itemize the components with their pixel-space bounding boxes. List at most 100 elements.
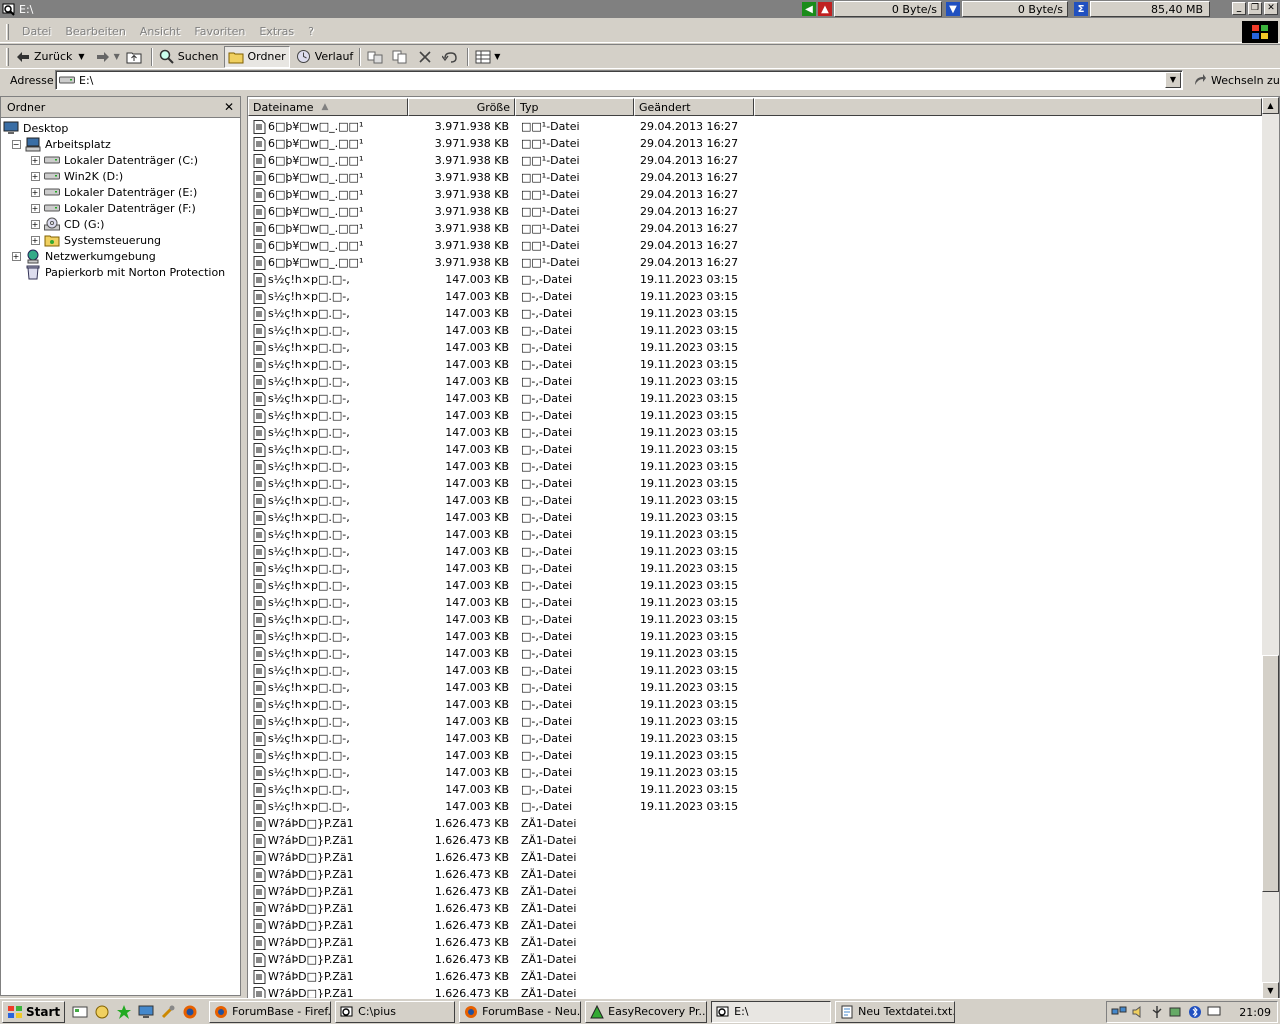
views-button[interactable]: ▼ <box>472 46 503 68</box>
file-row[interactable]: s½ç!h×p□.□-, 147.003 KB □-,-Datei 19.11.202… <box>248 679 1262 696</box>
back-dropdown-icon[interactable]: ▼ <box>78 52 84 61</box>
go-button[interactable]: Wechseln zu <box>1192 70 1280 90</box>
file-row[interactable]: s½ç!h×p□.□-, 147.003 KB □-,-Datei 19.11.202… <box>248 645 1262 662</box>
tree-item[interactable]: Papierkorb mit Norton Protection <box>1 264 240 280</box>
minimize-button[interactable]: _ <box>1232 2 1246 15</box>
file-row[interactable]: s½ç!h×p□.□-, 147.003 KB □-,-Datei 19.11.202… <box>248 288 1262 305</box>
file-row[interactable]: 6□þ¥□w□_.□□¹ 3.971.938 KB □□¹-Datei 29.04.2… <box>248 203 1262 220</box>
file-row[interactable]: s½ç!h×p□.□-, 147.003 KB □-,-Datei 19.11.202… <box>248 390 1262 407</box>
file-row[interactable]: W?áÞD□}P.Zä1 1.626.473 KB ZÄ1-Datei <box>248 883 1262 900</box>
file-row[interactable]: s½ç!h×p□.□-, 147.003 KB □-,-Datei 19.11.202… <box>248 594 1262 611</box>
menu-ansicht[interactable]: Ansicht <box>133 25 188 38</box>
folders-button[interactable]: Ordner <box>224 45 290 68</box>
tree-item[interactable]: + CD (G:) <box>1 216 240 232</box>
menu-extras[interactable]: Extras <box>252 25 301 38</box>
copy-to-button[interactable] <box>389 46 414 68</box>
file-row[interactable]: s½ç!h×p□.□-, 147.003 KB □-,-Datei 19.11.202… <box>248 730 1262 747</box>
column-header-modified[interactable]: Geändert <box>634 98 754 116</box>
usb-icon[interactable] <box>1149 1004 1165 1020</box>
address-dropdown-button[interactable]: ▼ <box>1165 72 1181 88</box>
file-row[interactable]: 6□þ¥□w□_.□□¹ 3.971.938 KB □□¹-Datei 29.04.2… <box>248 135 1262 152</box>
file-row[interactable]: s½ç!h×p□.□-, 147.003 KB □-,-Datei 19.11.202… <box>248 543 1262 560</box>
close-button[interactable]: ✕ <box>1264 2 1278 15</box>
column-header-name[interactable]: Dateiname ▲ <box>248 98 408 116</box>
display-icon[interactable] <box>1206 1004 1222 1020</box>
file-row[interactable]: s½ç!h×p□.□-, 147.003 KB □-,-Datei 19.11.202… <box>248 458 1262 475</box>
expand-icon[interactable]: + <box>30 219 40 229</box>
file-row[interactable]: s½ç!h×p□.□-, 147.003 KB □-,-Datei 19.11.202… <box>248 424 1262 441</box>
tree-item[interactable]: + Lokaler Datenträger (C:) <box>1 152 240 168</box>
file-row[interactable]: s½ç!h×p□.□-, 147.003 KB □-,-Datei 19.11.202… <box>248 798 1262 815</box>
taskbar-button[interactable]: EasyRecovery Pr... <box>585 1000 708 1023</box>
file-row[interactable]: 6□þ¥□w□_.□□¹ 3.971.938 KB □□¹-Datei 29.04.2… <box>248 220 1262 237</box>
star-app-icon[interactable] <box>115 1003 133 1021</box>
expand-icon[interactable]: + <box>30 155 40 165</box>
file-row[interactable]: W?áÞD□}P.Zä1 1.626.473 KB ZÄ1-Datei <box>248 849 1262 866</box>
menu-grip[interactable] <box>6 23 9 40</box>
close-icon[interactable]: ✕ <box>224 100 234 114</box>
file-row[interactable]: s½ç!h×p□.□-, 147.003 KB □-,-Datei 19.11.202… <box>248 407 1262 424</box>
clock[interactable]: 21:09 <box>1239 1006 1271 1019</box>
file-row[interactable]: W?áÞD□}P.Zä1 1.626.473 KB ZÄ1-Datei <box>248 968 1262 985</box>
file-row[interactable]: s½ç!h×p□.□-, 147.003 KB □-,-Datei 19.11.202… <box>248 713 1262 730</box>
expand-icon[interactable]: + <box>30 187 40 197</box>
file-row[interactable]: W?áÞD□}P.Zä1 1.626.473 KB ZÄ1-Datei <box>248 934 1262 951</box>
undo-button[interactable] <box>439 46 464 68</box>
file-row[interactable]: 6□þ¥□w□_.□□¹ 3.971.938 KB □□¹-Datei 29.04.2… <box>248 169 1262 186</box>
maximize-button[interactable]: ❐ <box>1248 2 1262 15</box>
file-row[interactable]: W?áÞD□}P.Zä1 1.626.473 KB ZÄ1-Datei <box>248 815 1262 832</box>
file-row[interactable]: s½ç!h×p□.□-, 147.003 KB □-,-Datei 19.11.202… <box>248 305 1262 322</box>
file-row[interactable]: W?áÞD□}P.Zä1 1.626.473 KB ZÄ1-Datei <box>248 832 1262 849</box>
vertical-scrollbar[interactable]: ▲ ▼ <box>1262 97 1279 999</box>
toolbar-grip[interactable] <box>6 47 9 66</box>
file-row[interactable]: s½ç!h×p□.□-, 147.003 KB □-,-Datei 19.11.202… <box>248 662 1262 679</box>
file-row[interactable]: s½ç!h×p□.□-, 147.003 KB □-,-Datei 19.11.202… <box>248 764 1262 781</box>
file-row[interactable]: s½ç!h×p□.□-, 147.003 KB □-,-Datei 19.11.202… <box>248 577 1262 594</box>
taskbar-button[interactable]: E:\ <box>711 1000 832 1023</box>
delete-button[interactable] <box>414 46 439 68</box>
file-row[interactable]: W?áÞD□}P.Zä1 1.626.473 KB ZÄ1-Datei <box>248 866 1262 883</box>
file-row[interactable]: s½ç!h×p□.□-, 147.003 KB □-,-Datei 19.11.202… <box>248 339 1262 356</box>
file-row[interactable]: s½ç!h×p□.□-, 147.003 KB □-,-Datei 19.11.202… <box>248 509 1262 526</box>
search-button[interactable]: Suchen <box>156 46 222 68</box>
file-row[interactable]: s½ç!h×p□.□-, 147.003 KB □-,-Datei 19.11.202… <box>248 356 1262 373</box>
scroll-down-button[interactable]: ▼ <box>1262 982 1279 999</box>
file-row[interactable]: s½ç!h×p□.□-, 147.003 KB □-,-Datei 19.11.202… <box>248 696 1262 713</box>
file-row[interactable]: s½ç!h×p□.□-, 147.003 KB □-,-Datei 19.11.202… <box>248 441 1262 458</box>
file-row[interactable]: s½ç!h×p□.□-, 147.003 KB □-,-Datei 19.11.202… <box>248 628 1262 645</box>
show-desktop-icon[interactable] <box>71 1003 89 1021</box>
monitor-icon[interactable] <box>137 1003 155 1021</box>
tree-item[interactable]: + Win2K (D:) <box>1 168 240 184</box>
file-row[interactable]: s½ç!h×p□.□-, 147.003 KB □-,-Datei 19.11.202… <box>248 560 1262 577</box>
menu-bearbeiten[interactable]: Bearbeiten <box>58 25 132 38</box>
file-row[interactable]: s½ç!h×p□.□-, 147.003 KB □-,-Datei 19.11.202… <box>248 271 1262 288</box>
back-button[interactable]: Zurück ▼ <box>12 46 88 68</box>
file-row[interactable]: W?áÞD□}P.Zä1 1.626.473 KB ZÄ1-Datei <box>248 951 1262 968</box>
views-dropdown-icon[interactable]: ▼ <box>494 52 500 61</box>
scroll-thumb[interactable] <box>1262 655 1279 892</box>
file-row[interactable]: 6□þ¥□w□_.□□¹ 3.971.938 KB □□¹-Datei 29.04.2… <box>248 118 1262 135</box>
file-row[interactable]: 6□þ¥□w□_.□□¹ 3.971.938 KB □□¹-Datei 29.04.2… <box>248 237 1262 254</box>
history-button[interactable]: Verlauf <box>293 46 357 68</box>
taskbar-button[interactable]: ForumBase - Neu... <box>459 1000 582 1023</box>
explorer-window-icon[interactable] <box>1 1 17 17</box>
file-row[interactable]: 6□þ¥□w□_.□□¹ 3.971.938 KB □□¹-Datei 29.04.2… <box>248 152 1262 169</box>
firefox-icon[interactable] <box>181 1003 199 1021</box>
expand-icon[interactable]: + <box>30 203 40 213</box>
file-row[interactable]: s½ç!h×p□.□-, 147.003 KB □-,-Datei 19.11.202… <box>248 492 1262 509</box>
forward-button[interactable]: ▼ <box>92 46 123 68</box>
file-row[interactable]: s½ç!h×p□.□-, 147.003 KB □-,-Datei 19.11.202… <box>248 373 1262 390</box>
network-tray-icon[interactable] <box>1111 1004 1127 1020</box>
hardware-icon[interactable] <box>1168 1004 1184 1020</box>
tools-icon[interactable] <box>159 1003 177 1021</box>
scroll-up-button[interactable]: ▲ <box>1262 97 1279 114</box>
tree-item[interactable]: + Systemsteuerung <box>1 232 240 248</box>
up-folder-button[interactable] <box>123 46 148 68</box>
expand-icon[interactable]: + <box>11 251 21 261</box>
taskbar-button[interactable]: C:\pius <box>335 1000 456 1023</box>
file-row[interactable]: 6□þ¥□w□_.□□¹ 3.971.938 KB □□¹-Datei 29.04.2… <box>248 186 1262 203</box>
taskbar-button[interactable]: Neu Textdatei.txt... <box>835 1000 956 1023</box>
file-row[interactable]: s½ç!h×p□.□-, 147.003 KB □-,-Datei 19.11.202… <box>248 747 1262 764</box>
internet-explorer-icon[interactable] <box>93 1003 111 1021</box>
forward-dropdown-icon[interactable]: ▼ <box>114 52 120 61</box>
